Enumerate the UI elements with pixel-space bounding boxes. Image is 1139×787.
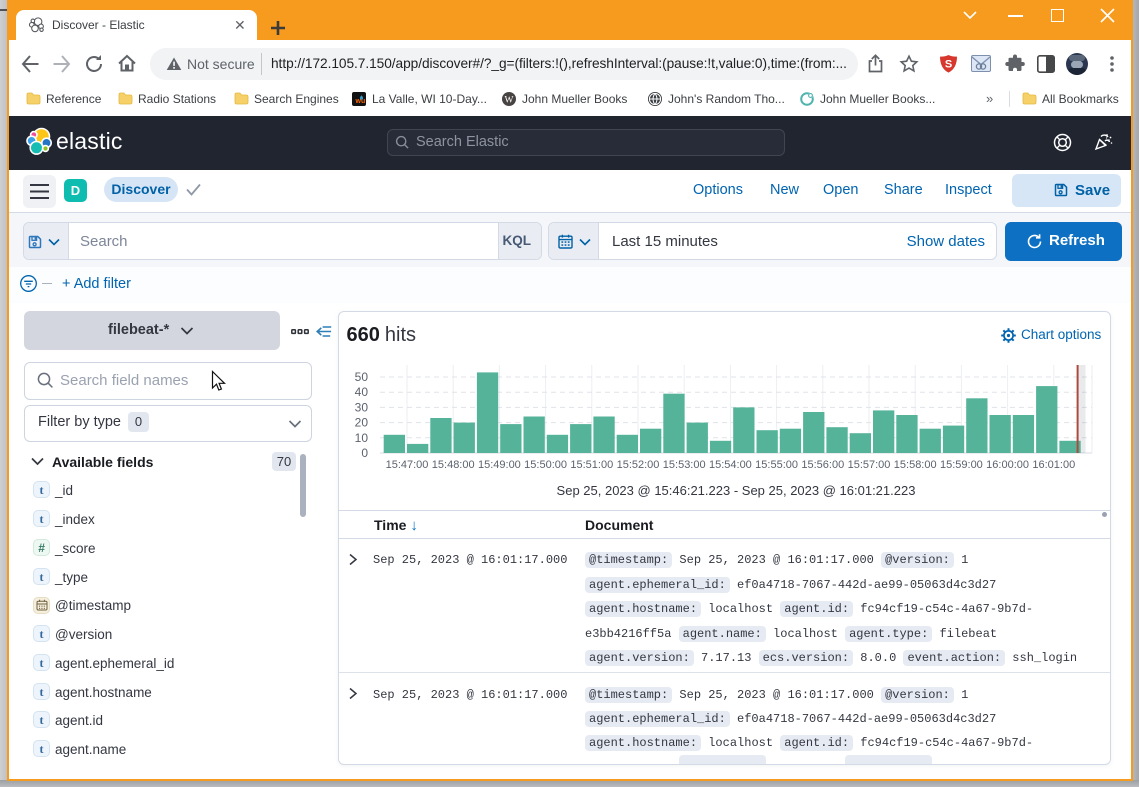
svg-text:15:55:00: 15:55:00 [755, 459, 798, 471]
svg-text:15:50:00: 15:50:00 [524, 459, 567, 471]
svg-text:0: 0 [361, 446, 368, 460]
svg-text:15:47:00: 15:47:00 [386, 459, 429, 471]
svg-text:15:51:00: 15:51:00 [570, 459, 613, 471]
svg-text:15:56:00: 15:56:00 [801, 459, 844, 471]
svg-text:10: 10 [355, 431, 369, 445]
svg-text:50: 50 [355, 370, 369, 384]
svg-text:40: 40 [355, 385, 369, 399]
svg-text:30: 30 [355, 400, 369, 414]
svg-text:16:00:00: 16:00:00 [986, 459, 1029, 471]
svg-text:wu: wu [355, 98, 366, 105]
svg-text:W: W [505, 95, 514, 105]
svg-text:15:54:00: 15:54:00 [709, 459, 752, 471]
svg-text:15:58:00: 15:58:00 [894, 459, 937, 471]
svg-text:S: S [945, 59, 952, 71]
svg-text:15:52:00: 15:52:00 [617, 459, 660, 471]
svg-text:15:57:00: 15:57:00 [848, 459, 891, 471]
svg-text:15:48:00: 15:48:00 [432, 459, 475, 471]
svg-text:15:49:00: 15:49:00 [478, 459, 521, 471]
svg-text:16:01:00: 16:01:00 [1032, 459, 1075, 471]
svg-text:20: 20 [355, 416, 369, 430]
svg-text:15:59:00: 15:59:00 [940, 459, 983, 471]
svg-text:15:53:00: 15:53:00 [663, 459, 706, 471]
